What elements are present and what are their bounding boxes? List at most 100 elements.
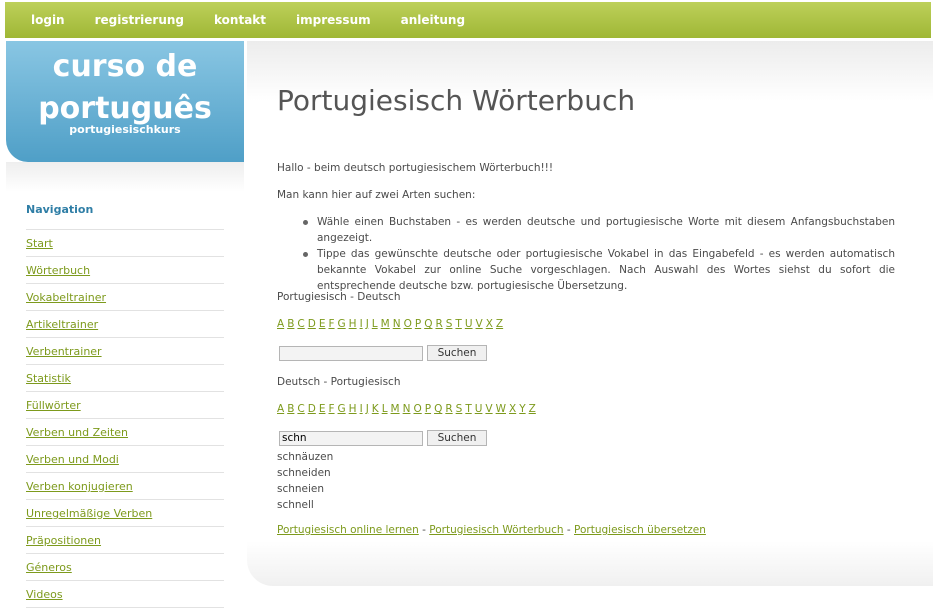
- letter-link[interactable]: U: [465, 318, 473, 330]
- letter-link[interactable]: V: [485, 403, 492, 415]
- sidebar: Navigation Start Wörterbuch Vokabeltrainer…: [26, 198, 224, 608]
- letter-link[interactable]: A: [277, 403, 284, 415]
- footer-link-learn[interactable]: Portugiesisch online lernen: [277, 524, 419, 536]
- letter-link[interactable]: M: [391, 403, 400, 415]
- letter-link[interactable]: N: [403, 403, 411, 415]
- letter-link[interactable]: E: [319, 403, 326, 415]
- sidebar-link[interactable]: Wörterbuch: [26, 264, 90, 277]
- letter-link[interactable]: G: [338, 318, 346, 330]
- letter-link[interactable]: L: [382, 403, 388, 415]
- letter-link[interactable]: Z: [496, 318, 503, 330]
- footer-separator: -: [418, 524, 430, 536]
- letter-link[interactable]: F: [328, 403, 334, 415]
- sidebar-link[interactable]: Verben und Zeiten: [26, 426, 128, 439]
- letter-link[interactable]: I: [360, 403, 363, 415]
- topnav-link-registrierung[interactable]: registrierung: [95, 13, 184, 27]
- search-button-pt-de[interactable]: Suchen: [427, 345, 487, 361]
- letter-link[interactable]: B: [287, 403, 294, 415]
- letter-link[interactable]: N: [393, 318, 401, 330]
- sidebar-link[interactable]: Statistik: [26, 372, 71, 385]
- sidebar-items: Start Wörterbuch Vokabeltrainer Artikeltrai…: [26, 230, 224, 608]
- letter-link[interactable]: X: [486, 318, 493, 330]
- letter-link[interactable]: J: [366, 318, 369, 330]
- sidebar-link[interactable]: Präpositionen: [26, 534, 101, 547]
- letter-link[interactable]: Y: [519, 403, 525, 415]
- sidebar-link[interactable]: Start: [26, 237, 53, 250]
- letter-link[interactable]: U: [475, 403, 483, 415]
- instruction-item: Tippe das gewünschte deutsche oder portu…: [299, 246, 895, 294]
- letter-link[interactable]: C: [297, 403, 304, 415]
- letter-link[interactable]: Q: [434, 403, 442, 415]
- suggestion-item[interactable]: schnäuzen: [277, 449, 333, 465]
- letter-link[interactable]: T: [455, 318, 461, 330]
- letter-link[interactable]: T: [465, 403, 471, 415]
- sidebar-link[interactable]: Verben und Modi: [26, 453, 119, 466]
- sidebar-link[interactable]: Verben konjugieren: [26, 480, 133, 493]
- logo-line1: curso de: [52, 49, 198, 84]
- main-content: Portugiesisch Wörterbuch Hallo - beim de…: [277, 80, 897, 536]
- sidebar-item: Videos: [26, 581, 224, 608]
- sidebar-link[interactable]: Füllwörter: [26, 399, 81, 412]
- suggestion-item[interactable]: schneiden: [277, 465, 333, 481]
- letter-link[interactable]: P: [415, 318, 421, 330]
- letter-link[interactable]: C: [297, 318, 304, 330]
- letter-link[interactable]: H: [349, 403, 357, 415]
- sidebar-link[interactable]: Géneros: [26, 561, 72, 574]
- sidebar-item: Statistik: [26, 365, 224, 392]
- topnav-link-kontakt[interactable]: kontakt: [214, 13, 266, 27]
- search-button-de-pt[interactable]: Suchen: [427, 430, 487, 446]
- letter-link[interactable]: Z: [529, 403, 536, 415]
- letter-link[interactable]: A: [277, 318, 284, 330]
- letter-link[interactable]: X: [509, 403, 516, 415]
- letter-link[interactable]: R: [435, 318, 442, 330]
- content-panel: [247, 41, 933, 586]
- footer-links: Portugiesisch online lernen - Portugiesi…: [277, 524, 706, 536]
- sidebar-link[interactable]: Vokabeltrainer: [26, 291, 106, 304]
- letter-link[interactable]: G: [338, 403, 346, 415]
- sidebar-link[interactable]: Verbentrainer: [26, 345, 102, 358]
- letter-link[interactable]: E: [319, 318, 326, 330]
- letter-link[interactable]: D: [308, 318, 316, 330]
- letter-link[interactable]: F: [328, 318, 334, 330]
- topnav-link-anleitung[interactable]: anleitung: [401, 13, 465, 27]
- letter-link[interactable]: D: [308, 403, 316, 415]
- autocomplete-suggestions: schnäuzen schneiden schneien schnell: [277, 449, 333, 513]
- sidebar-item: Füllwörter: [26, 392, 224, 419]
- letter-link[interactable]: S: [446, 318, 453, 330]
- letter-link[interactable]: B: [287, 318, 294, 330]
- letter-link[interactable]: L: [372, 318, 378, 330]
- letter-link[interactable]: J: [366, 403, 369, 415]
- search-input-de-pt[interactable]: [279, 430, 423, 446]
- letter-link[interactable]: Q: [424, 318, 432, 330]
- letter-link[interactable]: I: [360, 318, 363, 330]
- sidebar-item: Start: [26, 230, 224, 257]
- footer-link-dictionary[interactable]: Portugiesisch Wörterbuch: [429, 524, 563, 536]
- sidebar-link[interactable]: Videos: [26, 588, 63, 601]
- sidebar-link[interactable]: Artikeltrainer: [26, 318, 98, 331]
- topnav-link-impressum[interactable]: impressum: [296, 13, 371, 27]
- letter-link[interactable]: M: [381, 318, 390, 330]
- suggestion-item[interactable]: schnell: [277, 497, 333, 513]
- letter-link[interactable]: W: [496, 403, 506, 415]
- sidebar-item: Vokabeltrainer: [26, 284, 224, 311]
- section-pt-de-heading: Portugiesisch - Deutsch: [277, 291, 401, 303]
- search-input-pt-de[interactable]: [279, 345, 423, 361]
- page-title: Portugiesisch Wörterbuch: [277, 84, 636, 117]
- suggestion-item[interactable]: schneien: [277, 481, 333, 497]
- letter-link[interactable]: R: [445, 403, 452, 415]
- letter-link[interactable]: S: [456, 403, 463, 415]
- letter-link[interactable]: P: [425, 403, 431, 415]
- sidebar-shadow: [6, 162, 244, 192]
- letter-link[interactable]: O: [404, 318, 412, 330]
- letter-link[interactable]: K: [372, 403, 379, 415]
- sidebar-link[interactable]: Unregelmäßige Verben: [26, 507, 152, 520]
- sidebar-item: Verbentrainer: [26, 338, 224, 365]
- topnav-link-login[interactable]: login: [31, 13, 65, 27]
- letter-link[interactable]: O: [413, 403, 421, 415]
- instruction-list: Wähle einen Buchstaben - es werden deuts…: [299, 214, 895, 294]
- site-logo: curso de português portugiesischkurs: [6, 41, 244, 162]
- footer-link-translate[interactable]: Portugiesisch übersetzen: [574, 524, 706, 536]
- letter-link[interactable]: V: [476, 318, 483, 330]
- instruction-item: Wähle einen Buchstaben - es werden deuts…: [299, 214, 895, 246]
- letter-link[interactable]: H: [349, 318, 357, 330]
